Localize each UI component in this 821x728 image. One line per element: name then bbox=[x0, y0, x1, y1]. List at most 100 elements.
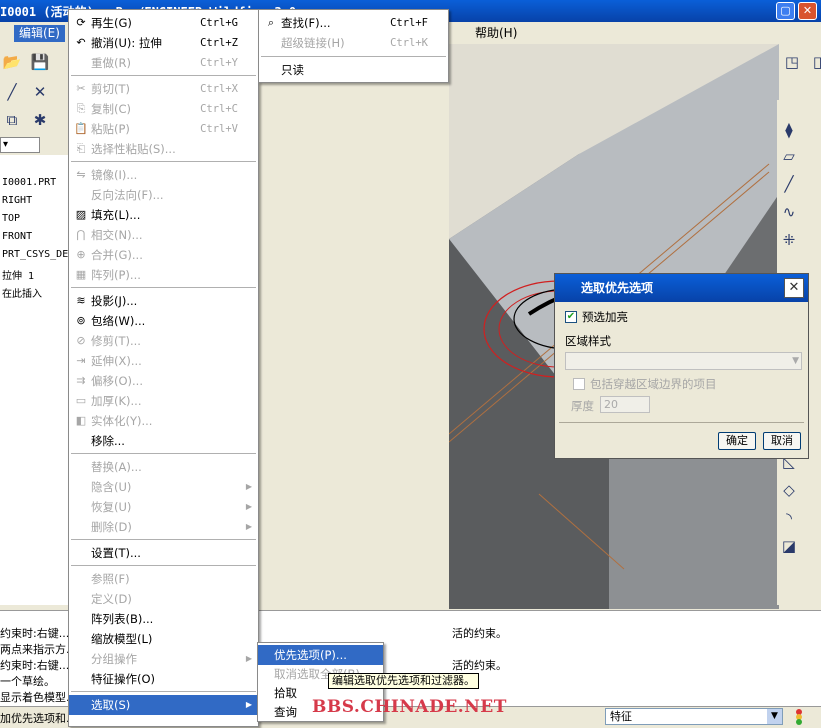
open-icon[interactable]: 📂 bbox=[2, 52, 22, 72]
message-line: 一个草绘。 bbox=[0, 675, 55, 688]
edit-menu-item-label: 设置(T)... bbox=[91, 546, 141, 560]
tree-item[interactable]: 拉伸 1 bbox=[2, 267, 34, 282]
edit-menu-item[interactable]: 替换(A)... bbox=[69, 457, 258, 477]
edit-menu-item-label: 撤消(U): 拉伸 bbox=[91, 36, 162, 50]
message-line: 活的约束。 bbox=[452, 627, 507, 640]
undo-icon: ↶ bbox=[76, 36, 86, 49]
preselect-highlight-checkbox[interactable]: ✔ bbox=[565, 311, 577, 323]
edit-menu-item[interactable]: 隐含(U) ▶ bbox=[69, 477, 258, 497]
edit-menu-item[interactable]: ▨ 填充(L)... bbox=[69, 205, 258, 225]
message-line: 两点来指示方... bbox=[0, 643, 77, 656]
close-button[interactable]: ✕ bbox=[798, 2, 817, 20]
tree-item[interactable]: I0001.PRT bbox=[2, 177, 56, 188]
wrap-icon: ⊚ bbox=[76, 314, 86, 327]
shell-icon[interactable]: ◇ bbox=[779, 480, 799, 500]
edit-menu-item[interactable]: ◧ 实体化(Y)... bbox=[69, 411, 258, 431]
axis-icon[interactable]: ╱ bbox=[779, 174, 799, 194]
edit-menu-item[interactable]: ⊚ 包络(W)... bbox=[69, 311, 258, 331]
maximize-button[interactable]: ▢ bbox=[776, 2, 795, 20]
model-tree-filter[interactable]: ▾ bbox=[0, 137, 40, 153]
save-icon[interactable]: 💾 bbox=[30, 52, 50, 72]
shading-icon[interactable]: ◨ bbox=[810, 52, 821, 72]
edit-menu-item[interactable]: 特征操作(O) bbox=[69, 669, 258, 689]
edit-menu-item[interactable]: ⋂ 相交(N)... bbox=[69, 225, 258, 245]
edit-menu-item[interactable]: 设置(T)... bbox=[69, 543, 258, 563]
close-icon[interactable]: ✕ bbox=[784, 278, 804, 298]
tree-item[interactable]: FRONT bbox=[2, 231, 32, 242]
edit-menu-item-label: 填充(L)... bbox=[91, 208, 141, 222]
datum-plane-icon[interactable]: ⧫ bbox=[779, 120, 799, 140]
edit-menu-item[interactable]: 反向法向(F)... bbox=[69, 185, 258, 205]
edit-menu-item[interactable]: ≋ 投影(J)... bbox=[69, 291, 258, 311]
edit-menu-item-label: 反向法向(F)... bbox=[91, 188, 164, 202]
edit-menu-item[interactable]: ⎗ 选择性粘贴(S)... bbox=[69, 139, 258, 159]
copy-display-icon[interactable]: ⧉ bbox=[2, 110, 22, 130]
thickness-stepper[interactable]: 20 bbox=[600, 396, 650, 413]
ok-button[interactable]: 确定 bbox=[718, 432, 756, 450]
edit-menu-item-label: 加厚(K)... bbox=[91, 394, 142, 408]
preselect-highlight-label: 预选加亮 bbox=[582, 310, 628, 324]
edit-menu-item[interactable]: ⊘ 修剪(T)... bbox=[69, 331, 258, 351]
shortcut-label: Ctrl+G bbox=[200, 17, 238, 29]
point-display-icon[interactable]: ✕ bbox=[30, 82, 50, 102]
no-hidden-icon[interactable]: ◳ bbox=[782, 52, 802, 72]
edit-menu-item[interactable]: 移除... bbox=[69, 431, 258, 451]
edit-menu-item[interactable]: 阵列表(B)... bbox=[69, 609, 258, 629]
menu-item-hyperlink[interactable]: 超级链接(H) Ctrl+K bbox=[259, 33, 448, 53]
selection-filter[interactable]: 特征 ▼ bbox=[605, 708, 783, 725]
edit-menu-item[interactable]: ✂ 剪切(T) Ctrl+X bbox=[69, 79, 258, 99]
star-icon[interactable]: ✱ bbox=[30, 110, 50, 130]
edit-menu-item[interactable]: ⇋ 镜像(I)... bbox=[69, 165, 258, 185]
edit-menu-item[interactable]: ⎘ 复制(C) Ctrl+C bbox=[69, 99, 258, 119]
edit-menu-item-label: 分组操作 bbox=[91, 652, 137, 666]
menu-separator bbox=[71, 75, 256, 76]
edit-menu-item[interactable]: ⊕ 合并(G)... bbox=[69, 245, 258, 265]
menu-help[interactable]: 帮助(H) bbox=[470, 25, 522, 42]
menu-item-find[interactable]: ⌕ 查找(F)... Ctrl+F bbox=[259, 13, 448, 33]
menu-edit[interactable]: 编辑(E) bbox=[14, 25, 65, 42]
edit-menu-item-label: 相交(N)... bbox=[91, 228, 143, 242]
include-items-label: 包括穿越区域边界的项目 bbox=[590, 377, 717, 391]
edit-menu-item[interactable]: ▭ 加厚(K)... bbox=[69, 391, 258, 411]
datum-axis-icon[interactable]: ╱ bbox=[2, 82, 22, 102]
shortcut-label: Ctrl+X bbox=[200, 83, 238, 95]
parallelogram-icon[interactable]: ▱ bbox=[779, 146, 799, 166]
edit-menu-item[interactable]: 删除(D) ▶ bbox=[69, 517, 258, 537]
tree-item[interactable]: 在此插入 bbox=[2, 285, 42, 300]
edit-menu-item[interactable]: ▦ 阵列(P)... bbox=[69, 265, 258, 285]
edit-menu-item[interactable]: 定义(D) bbox=[69, 589, 258, 609]
edit-menu-item-label: 投影(J)... bbox=[91, 294, 138, 308]
edit-menu-item-label: 复制(C) bbox=[91, 102, 132, 116]
edit-menu-item[interactable]: 重做(R) Ctrl+Y bbox=[69, 53, 258, 73]
edit-menu-item-label: 隐含(U) bbox=[91, 480, 132, 494]
chamfer-icon[interactable]: ◪ bbox=[779, 536, 799, 556]
dialog-title[interactable]: 选取优先选项 ✕ bbox=[555, 274, 808, 302]
edit-menu-item[interactable]: 选取(S) ▶ bbox=[69, 695, 258, 715]
cancel-button[interactable]: 取消 bbox=[763, 432, 801, 450]
tree-item[interactable]: TOP bbox=[2, 213, 20, 224]
tree-item[interactable]: PRT_CSYS_DE bbox=[2, 249, 68, 260]
edit-menu-item[interactable]: 参照(F) bbox=[69, 569, 258, 589]
edit-menu-item[interactable]: ↶ 撤消(U): 拉伸 Ctrl+Z bbox=[69, 33, 258, 53]
point-icon[interactable]: ⁜ bbox=[779, 230, 799, 250]
edit-menu-item[interactable]: ⇉ 偏移(O)... bbox=[69, 371, 258, 391]
edit-menu-item[interactable]: ⟳ 再生(G) Ctrl+G bbox=[69, 13, 258, 33]
menu-item-readonly[interactable]: 只读 bbox=[259, 60, 448, 80]
shortcut-label: Ctrl+Z bbox=[200, 37, 238, 49]
include-items-checkbox[interactable] bbox=[573, 378, 585, 390]
shortcut-label: Ctrl+V bbox=[200, 123, 238, 135]
edit-menu-item[interactable]: 分组操作 ▶ bbox=[69, 649, 258, 669]
edit-menu-item[interactable]: ⇥ 延伸(X)... bbox=[69, 351, 258, 371]
edit-menu-item-label: 粘贴(P) bbox=[91, 122, 130, 136]
region-style-select[interactable]: ▼ bbox=[565, 352, 802, 370]
curve-icon[interactable]: ∿ bbox=[779, 202, 799, 222]
round-icon[interactable]: ◝ bbox=[779, 508, 799, 528]
edit-menu-item[interactable]: 恢复(U) ▶ bbox=[69, 497, 258, 517]
project-icon: ≋ bbox=[76, 294, 86, 307]
tree-item[interactable]: RIGHT bbox=[2, 195, 32, 206]
edit-menu-item-label: 替换(A)... bbox=[91, 460, 142, 474]
menu-item-preferences[interactable]: 优先选项(P)... bbox=[258, 645, 383, 665]
edit-menu-item[interactable]: 📋 粘贴(P) Ctrl+V bbox=[69, 119, 258, 139]
chevron-down-icon[interactable]: ▼ bbox=[767, 709, 782, 724]
edit-menu-item[interactable]: 缩放模型(L) bbox=[69, 629, 258, 649]
